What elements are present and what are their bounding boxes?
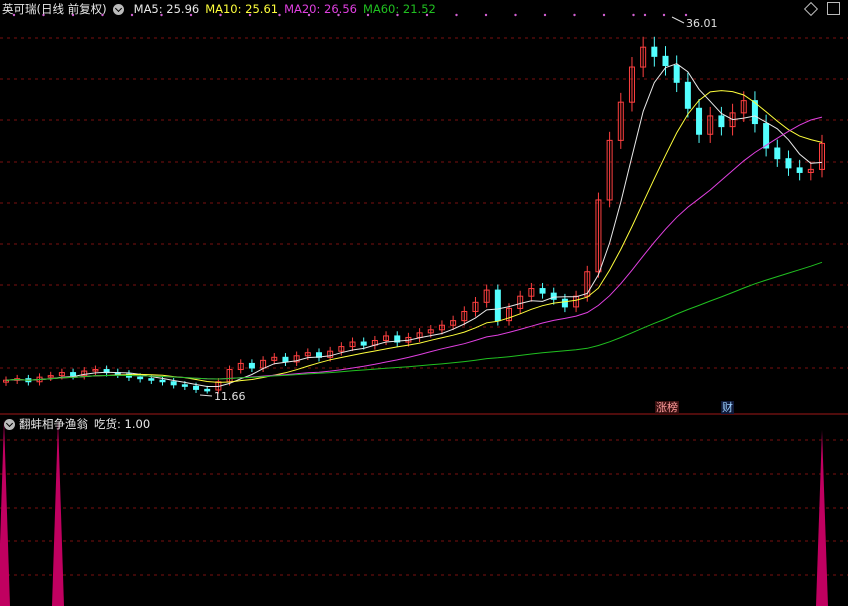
marker-dot — [484, 13, 488, 17]
candle-body — [159, 379, 166, 383]
candle-body — [774, 147, 781, 160]
candle-body — [561, 298, 568, 308]
indicator-value: 吃货: 1.00 — [94, 417, 151, 431]
ma5-label: MA5: 25.96 — [133, 2, 200, 16]
candle-body — [696, 107, 703, 135]
candle-body — [204, 388, 211, 392]
candle-body — [360, 341, 367, 346]
indicator-spike — [52, 420, 64, 606]
window-square-icon[interactable] — [827, 2, 840, 15]
marker-dot — [455, 13, 458, 17]
candle-body — [193, 385, 200, 390]
limit-up-badge[interactable]: 涨榜 — [655, 401, 679, 414]
candle-body — [494, 289, 501, 322]
candle-body — [181, 384, 188, 387]
candle-body — [684, 81, 691, 109]
marker-dot — [643, 13, 647, 17]
candle-body — [137, 376, 144, 380]
stock-title[interactable]: 英可瑞(日线 前复权) — [2, 1, 107, 17]
candle-body — [662, 55, 669, 67]
high-price-label: 36.01 — [686, 17, 718, 30]
header-bar: 英可瑞(日线 前复权) MA5: 25.96 MA10: 25.61 MA20:… — [2, 0, 436, 18]
chevron-down-icon[interactable] — [112, 3, 124, 15]
ma20-line — [5, 116, 823, 381]
candle-body — [170, 381, 177, 386]
candle-body — [673, 65, 680, 83]
candle-body — [70, 372, 77, 377]
indicator-title[interactable]: 翻蚌相争渔翁 — [19, 416, 88, 432]
indicator-spike — [0, 420, 10, 606]
candle-body — [718, 115, 725, 128]
marker-dot — [573, 13, 576, 17]
candle-body — [796, 167, 803, 173]
marker-dot — [514, 13, 517, 17]
kline-chart[interactable] — [0, 0, 848, 606]
finance-badge[interactable]: 财 — [721, 401, 734, 414]
candle-body — [651, 46, 658, 57]
ma60-line — [5, 261, 823, 381]
ma10-label: MA10: 25.61 — [205, 2, 279, 16]
candle-body — [550, 292, 557, 300]
ma60-label: MA60: 21.52 — [362, 2, 436, 16]
high-pointer — [671, 16, 685, 24]
candle-body — [539, 288, 546, 294]
candle-body — [148, 378, 155, 381]
marker-dot — [543, 13, 547, 17]
candle-body — [248, 362, 255, 369]
candle-body — [282, 356, 289, 363]
indicator-spike — [816, 430, 828, 606]
marker-dot — [632, 13, 635, 17]
marker-dot — [602, 13, 606, 17]
marker-dot — [684, 13, 688, 17]
ma20-label: MA20: 26.56 — [284, 2, 357, 16]
low-pointer — [199, 394, 213, 397]
indicator-header: 翻蚌相争渔翁 吃货: 1.00 — [2, 415, 150, 433]
chevron-down-icon[interactable] — [4, 418, 15, 430]
candle-body — [785, 158, 792, 169]
low-price-label: 11.66 — [214, 390, 246, 403]
marker-dot — [662, 13, 666, 17]
